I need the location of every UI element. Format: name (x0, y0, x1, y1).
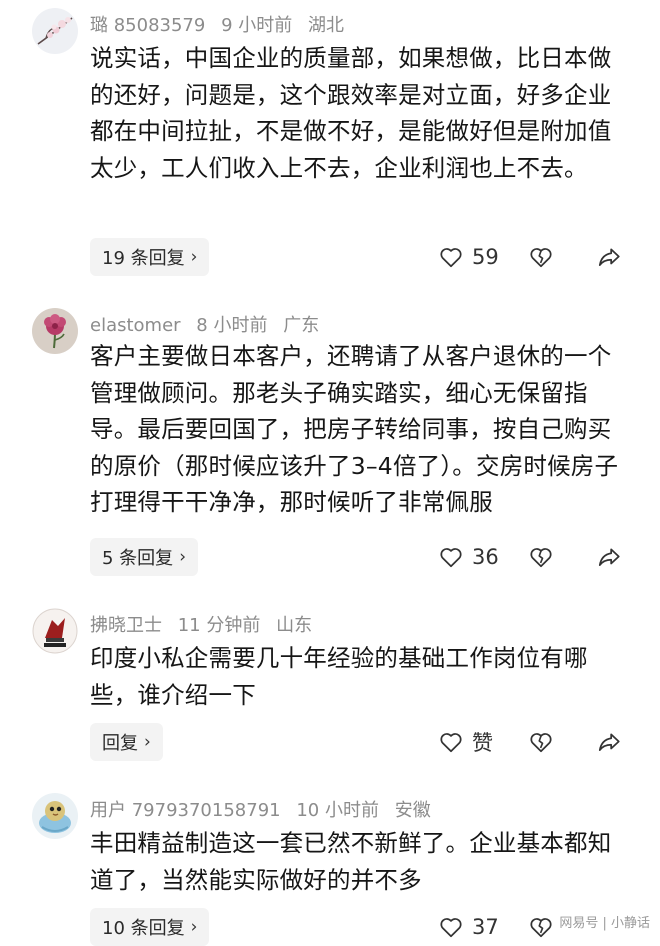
like-button[interactable]: 59 (438, 244, 528, 270)
share-button[interactable] (596, 544, 622, 570)
comment-text: 丰田精益制造这一套已然不新鲜了。企业基本都知道了，当然能实际做好的并不多 (90, 825, 635, 898)
comment-text: 客户主要做日本客户，还聘请了从客户退休的一个管理做顾问。那老头子确实踏实，细心无… (90, 338, 635, 521)
user-avatar[interactable] (32, 793, 78, 839)
location: 湖北 (308, 15, 344, 36)
comment-text: 说实话，中国企业的质量部，如果想做，比日本做的还好，问题是，这个跟效率是对立面，… (90, 40, 635, 186)
username[interactable]: 拂晓卫士 (90, 615, 162, 636)
comment-meta: 拂晓卫士 11 分钟前 山东 (90, 611, 312, 637)
watermark: 网易号 | 小静话 (555, 910, 654, 933)
timestamp: 10 小时前 (296, 800, 379, 821)
location: 广东 (283, 315, 319, 336)
user-avatar[interactable] (32, 608, 78, 654)
cartoon-bird-avatar-icon (32, 793, 78, 839)
reply-count-label: 19 条回复 (102, 244, 185, 270)
heart-outline-icon (438, 914, 464, 940)
reply-count-label: 5 条回复 (102, 544, 173, 570)
comment-meta: elastomer 8 小时前 广东 (90, 311, 319, 337)
comment-meta: 用户 7979370158791 10 小时前 安徽 (90, 796, 431, 822)
share-button[interactable] (596, 244, 622, 270)
pink-flower-avatar-icon (32, 308, 78, 354)
heart-outline-icon (438, 244, 464, 270)
like-label: 赞 (472, 727, 493, 757)
location: 安徽 (395, 800, 431, 821)
user-avatar[interactable] (32, 8, 78, 54)
heart-outline-icon (438, 729, 464, 755)
broken-heart-outline-icon (528, 729, 554, 755)
dislike-button[interactable] (528, 244, 596, 270)
share-arrow-icon (596, 544, 622, 570)
reply-button[interactable]: 回复 › (90, 723, 163, 761)
broken-heart-outline-icon (528, 244, 554, 270)
timestamp: 9 小时前 (221, 15, 292, 36)
like-button[interactable]: 赞 (438, 727, 528, 757)
like-count: 59 (472, 245, 499, 269)
comment-text: 印度小私企需要几十年经验的基础工作岗位有哪些，谁介绍一下 (90, 640, 635, 713)
share-button[interactable] (596, 729, 622, 755)
dislike-button[interactable] (528, 729, 596, 755)
like-count: 37 (472, 915, 499, 939)
comment-actions: 36 (438, 538, 622, 576)
chevron-right-icon: › (191, 247, 198, 267)
broken-heart-outline-icon (528, 914, 554, 940)
user-avatar[interactable] (32, 308, 78, 354)
timestamp: 8 小时前 (196, 315, 267, 336)
comment-meta: 璐 85083579 9 小时前 湖北 (90, 11, 344, 37)
comment-actions: 赞 (438, 723, 622, 761)
emblem-avatar-icon (32, 608, 78, 654)
chevron-right-icon: › (144, 732, 151, 752)
flower-branch-avatar-icon (32, 8, 78, 54)
heart-outline-icon (438, 544, 464, 570)
like-button[interactable]: 36 (438, 544, 528, 570)
username[interactable]: 璐 85083579 (90, 15, 205, 36)
like-count: 36 (472, 545, 499, 569)
reply-count-label: 10 条回复 (102, 914, 185, 940)
chevron-right-icon: › (191, 917, 198, 937)
timestamp: 11 分钟前 (178, 615, 261, 636)
username[interactable]: elastomer (90, 315, 181, 336)
like-button[interactable]: 37 (438, 914, 528, 940)
chevron-right-icon: › (179, 547, 186, 567)
view-replies-button[interactable]: 10 条回复 › (90, 908, 209, 946)
username[interactable]: 用户 7979370158791 (90, 800, 281, 821)
broken-heart-outline-icon (528, 544, 554, 570)
reply-label: 回复 (102, 729, 138, 755)
share-arrow-icon (596, 729, 622, 755)
view-replies-button[interactable]: 5 条回复 › (90, 538, 198, 576)
location: 山东 (276, 615, 312, 636)
comment-actions: 59 (438, 238, 622, 276)
share-arrow-icon (596, 244, 622, 270)
dislike-button[interactable] (528, 544, 596, 570)
view-replies-button[interactable]: 19 条回复 › (90, 238, 209, 276)
